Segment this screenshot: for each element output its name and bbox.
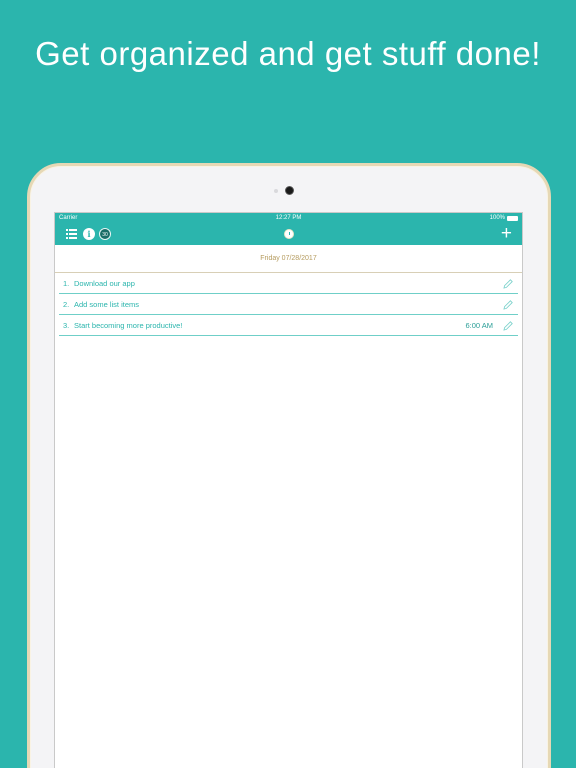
item-time: 6:00 AM (465, 321, 493, 330)
list-item[interactable]: 1. Download our app (59, 273, 518, 294)
status-time: 12:27 PM (275, 215, 302, 221)
pencil-icon[interactable] (502, 278, 514, 290)
count-badge[interactable]: 30 (99, 228, 111, 240)
add-button[interactable]: + (501, 223, 512, 244)
task-list: 1. Download our app 2. Add some list ite… (55, 273, 522, 336)
headline: Get organized and get stuff done! (35, 35, 541, 72)
item-text: Add some list items (74, 300, 140, 309)
item-number: 3. (63, 321, 70, 330)
pencil-icon[interactable] (502, 320, 514, 332)
pencil-icon[interactable] (502, 299, 514, 311)
item-text: Download our app (74, 279, 135, 288)
nav-bar: i 30 + (55, 223, 522, 245)
clock-icon[interactable] (284, 229, 294, 239)
list-icon[interactable] (66, 229, 77, 239)
item-text: Start becoming more productive! (74, 321, 183, 330)
date-label: Friday 07/28/2017 (55, 245, 522, 273)
status-bar: Carrier 12:27 PM 100% (55, 213, 522, 224)
sensor (274, 189, 278, 193)
list-item[interactable]: 3. Start becoming more productive! 6:00 … (59, 315, 518, 336)
item-number: 1. (63, 279, 70, 288)
app-screen: Carrier 12:27 PM 100% i 30 + Friday 07/2… (54, 212, 523, 768)
info-icon[interactable]: i (83, 228, 95, 240)
list-item[interactable]: 2. Add some list items (59, 294, 518, 315)
item-number: 2. (63, 300, 70, 309)
battery-icon (507, 216, 518, 221)
camera (285, 186, 294, 195)
